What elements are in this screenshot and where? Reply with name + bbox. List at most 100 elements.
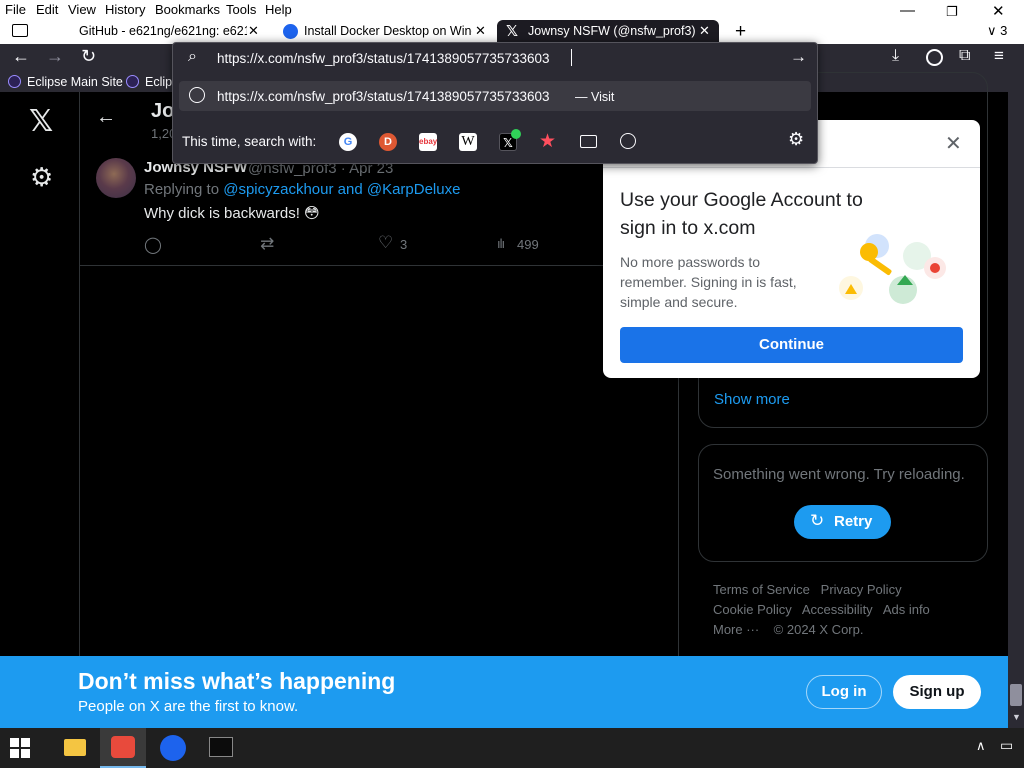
docker-favicon-icon [283,24,298,39]
url-dropdown: ⌕ https://x.com/nsfw_prof3/status/174138… [172,42,818,164]
replying-to-link[interactable]: @spicyzackhour and @KarpDeluxe [223,181,460,198]
settings-gear-icon[interactable]: ⚙ [30,162,53,193]
back-arrow-icon[interactable]: ← [96,106,116,129]
tab-title: GitHub - e621ng/e621ng: e621.n [79,24,247,38]
suggestion-action: — Visit [575,90,615,104]
menu-bar: File Edit View History Bookmarks Tools H… [0,0,1024,20]
suggestion-url: https://x.com/nsfw_prof3/status/17413890… [217,89,550,104]
url-suggestion[interactable]: https://x.com/nsfw_prof3/status/17413890… [179,81,811,111]
tab-close-icon[interactable]: ✕ [248,23,259,39]
menu-help[interactable]: Help [265,2,292,17]
eclipse-icon [126,75,139,88]
ebay-engine-icon[interactable]: ebay [419,133,437,151]
view-count: 499 [517,237,539,252]
terminal-icon[interactable] [209,737,233,757]
footer-accessibility[interactable]: Accessibility [802,602,873,617]
forward-arrow-icon[interactable]: → [46,46,64,67]
signup-button[interactable]: Sign up [893,675,981,709]
tab-close-icon[interactable]: ✕ [475,23,486,39]
menu-view[interactable]: View [68,2,96,17]
profile-header-name: Jo [151,100,175,122]
scrollbar-thumb[interactable] [1010,684,1022,706]
minimize-icon[interactable]: — [900,2,915,19]
tweet-text: Why dick is backwards! 😳 [144,205,320,222]
tray-chevron-icon[interactable]: ∧ [976,738,986,754]
windows-start-icon[interactable] [10,738,30,758]
reply-icon[interactable]: ◯ [144,235,162,255]
continue-button[interactable]: Continue [620,327,963,363]
restore-icon[interactable]: ❐ [946,4,958,20]
footer-cookie[interactable]: Cookie Policy [713,602,792,617]
views-icon[interactable]: ılı [497,236,505,251]
main-feed: ← Jo 1,20 Jownsy NSFW @nsfw_prof3 · Apr … [79,92,679,656]
replying-prefix: Replying to [144,181,224,198]
refresh-icon: ↻ [810,511,825,530]
close-window-icon[interactable]: ✕ [992,2,1005,20]
footer-more[interactable]: More ··· [713,622,759,637]
error-card: Something went wrong. Try reloading. ↻ R… [698,444,988,562]
tab-list-button[interactable]: ∨ 3 [987,23,1007,39]
bookmarks-star-icon[interactable]: ★ [539,130,556,153]
bookmark-eclipse-main[interactable]: Eclipse Main Site [27,75,123,89]
like-count: 3 [400,237,408,252]
search-icon: ⌕ [188,48,197,65]
extensions-icon[interactable]: ⧉ [959,47,970,65]
x-logo-icon[interactable]: 𝕏 [29,104,53,139]
tab-title: Install Docker Desktop on Windo [304,24,472,38]
hamburger-menu-icon[interactable]: ≡ [994,46,1004,66]
retry-label: Retry [834,513,873,530]
retry-button[interactable]: ↻ Retry [794,505,891,539]
scroll-down-icon[interactable]: ▼ [1012,712,1021,722]
tab-bar: GitHub - e621ng/e621ng: e621.n ✕ Install… [0,20,1024,44]
passkey-illustration-icon [839,234,946,304]
footer-ads[interactable]: Ads info [883,602,930,617]
menu-history[interactable]: History [105,2,145,17]
wikipedia-engine-icon[interactable]: W [459,133,477,151]
menu-edit[interactable]: Edit [36,2,58,17]
tabs-icon[interactable] [580,135,597,148]
text-cursor [571,49,572,66]
menu-bookmarks[interactable]: Bookmarks [155,2,220,17]
menu-tools[interactable]: Tools [226,2,256,17]
reload-icon[interactable]: ↻ [81,46,96,67]
globe-icon [189,87,205,103]
go-arrow-icon[interactable]: → [790,47,807,67]
history-clock-icon[interactable] [620,133,636,149]
url-input[interactable]: https://x.com/nsfw_prof3/status/17413890… [217,51,549,66]
back-arrow-icon[interactable]: ← [12,46,30,67]
menu-file[interactable]: File [5,2,26,17]
show-more-link[interactable]: Show more [714,391,790,408]
avatar[interactable] [96,158,136,198]
duckduckgo-engine-icon[interactable]: D [379,133,397,151]
banner-headline: Don’t miss what’s happening [78,668,396,694]
banner-subtext: People on X are the first to know. [78,698,299,715]
tab-title: Jownsy NSFW (@nsfw_prof3) / X [528,24,698,38]
tab-github[interactable]: GitHub - e621ng/e621ng: e621.n ✕ [60,20,270,44]
popup-close-icon[interactable]: ✕ [945,131,962,156]
login-button[interactable]: Log in [806,675,882,709]
tab-docker[interactable]: Install Docker Desktop on Windo ✕ [276,20,490,44]
page-scrollbar[interactable]: ▼ [1008,92,1024,728]
tab-x-active[interactable]: 𝕏 Jownsy NSFW (@nsfw_prof3) / X ✕ [497,20,719,44]
windows-taskbar: ∧ ▭ [0,728,1024,768]
network-icon[interactable]: ▭ [1000,737,1013,754]
retweet-icon[interactable]: ⇄ [260,234,274,254]
docker-icon[interactable] [160,735,186,761]
eclipse-icon [8,75,21,88]
gitkraken-icon [111,736,135,758]
new-tab-icon[interactable]: + [735,21,746,43]
account-icon[interactable] [926,49,943,66]
downloads-icon[interactable]: ⤓ [892,47,899,65]
google-engine-icon[interactable]: G [339,133,357,151]
firefox-view-icon[interactable] [12,24,28,37]
x-favicon-icon: 𝕏 [506,23,519,40]
file-explorer-icon[interactable] [64,739,86,756]
like-icon[interactable]: ♡ [378,233,393,253]
tweet-card[interactable]: Jownsy NSFW @nsfw_prof3 · Apr 23 Replyin… [80,152,678,266]
footer-privacy[interactable]: Privacy Policy [821,582,902,597]
search-settings-gear-icon[interactable]: ⚙ [788,129,804,150]
error-message: Something went wrong. Try reloading. [713,466,965,483]
tab-close-icon[interactable]: ✕ [699,23,710,39]
footer-terms[interactable]: Terms of Service [713,582,810,597]
url-input-row: ⌕ https://x.com/nsfw_prof3/status/174138… [173,43,817,75]
